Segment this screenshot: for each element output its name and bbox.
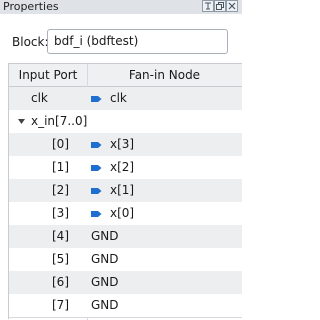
fanin-node-label: GND <box>91 298 119 312</box>
fanin-node-label: clk <box>110 91 127 105</box>
table-group-row[interactable]: x_in[7..0] <box>9 110 242 134</box>
fanin-node-cell: GND <box>88 248 241 271</box>
table-row[interactable]: [3] x[0] <box>9 202 242 226</box>
table-row[interactable]: clk clk <box>9 87 242 111</box>
table-row[interactable]: [4] GND <box>9 225 242 249</box>
table-row[interactable]: [1] x[2] <box>9 156 242 180</box>
fanin-node-cell: GND <box>88 271 241 294</box>
table-row[interactable]: [2] x[1] <box>9 179 242 203</box>
fanin-node-label: GND <box>91 252 119 266</box>
close-button[interactable] <box>226 0 238 12</box>
fanin-node-label: x[2] <box>110 160 135 174</box>
input-pin-icon <box>91 187 102 195</box>
window-title: Properties <box>3 0 59 13</box>
table-row[interactable]: [5] GND <box>9 248 242 272</box>
input-port-cell: [5] <box>52 252 69 266</box>
header-fanin-node[interactable]: Fan-in Node <box>87 64 242 86</box>
block-field[interactable]: bdf_i (bdftest) <box>47 29 228 54</box>
fanin-node-label: x[1] <box>110 183 135 197</box>
table-header: Input Port Fan-in Node <box>9 64 242 87</box>
table-row[interactable]: [6] GND <box>9 271 242 295</box>
table-row[interactable]: [0] x[3] <box>9 133 242 157</box>
input-port-cell: x_in[7..0] <box>31 114 88 128</box>
properties-titlebar: Properties <box>0 0 242 14</box>
input-port-cell: clk <box>31 91 48 105</box>
input-port-cell: [6] <box>52 275 69 289</box>
input-port-cell: [3] <box>52 206 69 220</box>
fanin-node-cell: x[3] <box>88 133 241 156</box>
maximize-icon <box>216 2 224 10</box>
restore-button[interactable] <box>202 0 214 12</box>
header-input-port[interactable]: Input Port <box>9 64 87 86</box>
maximize-button[interactable] <box>214 0 226 12</box>
input-port-cell: [4] <box>52 229 69 243</box>
input-port-cell: [7] <box>52 298 69 312</box>
fanin-node-cell: clk <box>88 87 241 110</box>
fanin-node-label: GND <box>91 229 119 243</box>
input-pin-icon <box>91 95 102 103</box>
close-icon <box>228 2 236 10</box>
fanin-node-cell: x[1] <box>88 179 241 202</box>
fanin-node-cell: GND <box>88 294 241 317</box>
input-pin-icon <box>91 210 102 218</box>
block-label: Block: <box>12 35 49 49</box>
fanin-node-cell: x[2] <box>88 156 241 179</box>
input-pin-icon <box>91 164 102 172</box>
input-port-cell: [0] <box>52 137 69 151</box>
fanin-node-label: GND <box>91 275 119 289</box>
fanin-node-cell: GND <box>88 225 241 248</box>
port-connectivity-table: Input Port Fan-in Node clk clk x_in[7..0] [… <box>8 63 242 320</box>
fanin-node-label: x[3] <box>110 137 135 151</box>
restore-icon <box>205 2 211 10</box>
table-row[interactable]: [7] GND <box>9 294 242 318</box>
input-pin-icon <box>91 141 102 149</box>
fanin-node-cell: x[0] <box>88 202 241 225</box>
fanin-node-label: x[0] <box>110 206 135 220</box>
input-port-cell: [1] <box>52 160 69 174</box>
input-port-cell: [2] <box>52 183 69 197</box>
